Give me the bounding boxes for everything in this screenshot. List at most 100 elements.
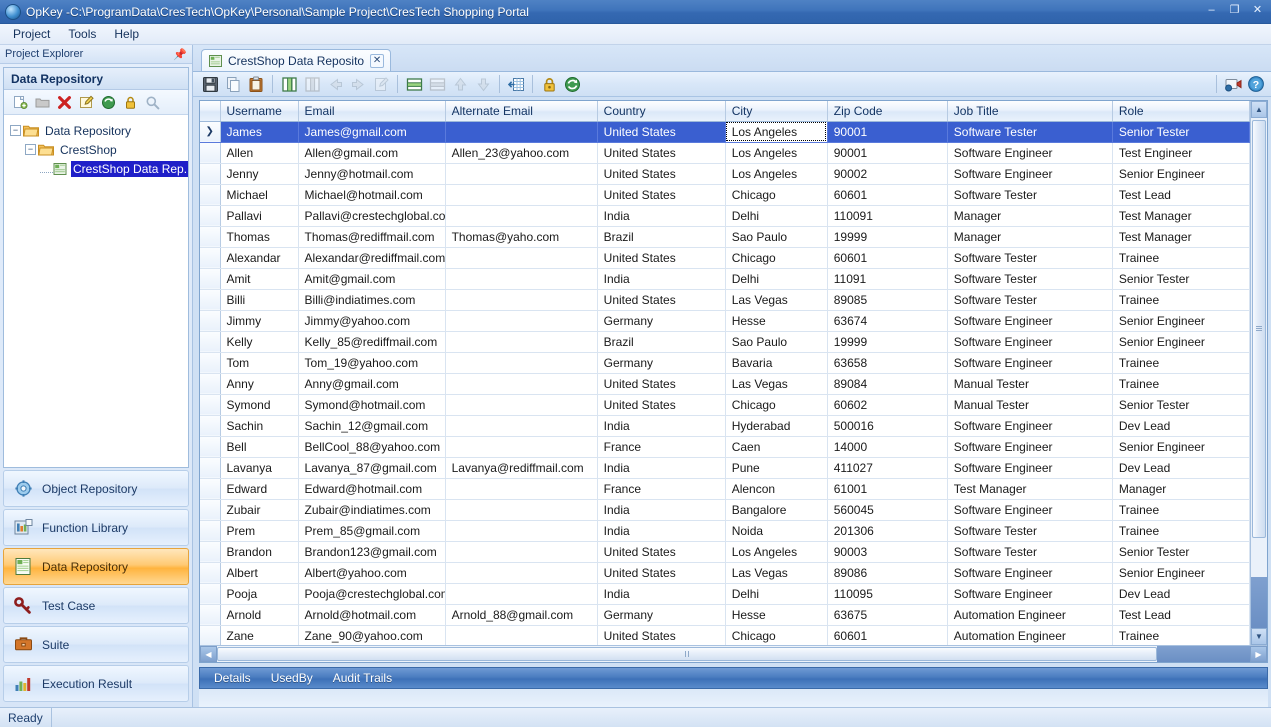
lock-icon[interactable] bbox=[538, 73, 560, 95]
table-cell-country[interactable]: United States bbox=[597, 184, 725, 205]
table-cell-username[interactable]: Brandon bbox=[220, 541, 298, 562]
column-header-city[interactable]: City bbox=[725, 101, 827, 121]
table-cell-alternate-email[interactable] bbox=[445, 415, 597, 436]
table-row[interactable]: ThomasThomas@rediffmail.comThomas@yaho.c… bbox=[200, 226, 1250, 247]
table-cell-country[interactable]: India bbox=[597, 457, 725, 478]
table-cell-role[interactable]: Dev Lead bbox=[1112, 415, 1249, 436]
table-cell-zip-code[interactable]: 11091 bbox=[827, 268, 947, 289]
table-cell-country[interactable]: India bbox=[597, 583, 725, 604]
table-row[interactable]: AllenAllen@gmail.comAllen_23@yahoo.comUn… bbox=[200, 142, 1250, 163]
table-cell-alternate-email[interactable] bbox=[445, 247, 597, 268]
column-header-country[interactable]: Country bbox=[597, 101, 725, 121]
table-cell-role[interactable]: Test Lead bbox=[1112, 184, 1249, 205]
table-cell-country[interactable]: Germany bbox=[597, 310, 725, 331]
table-cell-city[interactable]: Sao Paulo bbox=[725, 331, 827, 352]
new-data-repository-icon[interactable] bbox=[10, 92, 30, 112]
table-cell-username[interactable]: Jenny bbox=[220, 163, 298, 184]
table-cell-username[interactable]: Symond bbox=[220, 394, 298, 415]
table-cell-job-title[interactable]: Software Engineer bbox=[947, 436, 1112, 457]
vertical-scroll-thumb[interactable] bbox=[1252, 120, 1266, 538]
table-cell-email[interactable]: Albert@yahoo.com bbox=[298, 562, 445, 583]
table-cell-role[interactable]: Senior Tester bbox=[1112, 541, 1249, 562]
table-cell-job-title[interactable]: Test Manager bbox=[947, 478, 1112, 499]
row-header-cell[interactable] bbox=[200, 226, 220, 247]
help-icon[interactable]: ? bbox=[1245, 73, 1267, 95]
table-cell-alternate-email[interactable] bbox=[445, 583, 597, 604]
table-cell-zip-code[interactable]: 14000 bbox=[827, 436, 947, 457]
table-cell-email[interactable]: Jenny@hotmail.com bbox=[298, 163, 445, 184]
table-cell-country[interactable]: France bbox=[597, 478, 725, 499]
table-cell-email[interactable]: James@gmail.com bbox=[298, 121, 445, 142]
table-row[interactable]: TomTom_19@yahoo.comGermanyBavaria63658So… bbox=[200, 352, 1250, 373]
table-cell-zip-code[interactable]: 89084 bbox=[827, 373, 947, 394]
tree-node-crestshop-data-repository[interactable]: CrestShop Data Rep... bbox=[10, 159, 184, 178]
table-cell-username[interactable]: James bbox=[220, 121, 298, 142]
sidebar-item-execution-result[interactable]: Execution Result bbox=[3, 665, 189, 702]
search-icon[interactable] bbox=[142, 92, 162, 112]
table-cell-zip-code[interactable]: 560045 bbox=[827, 499, 947, 520]
table-cell-username[interactable]: Albert bbox=[220, 562, 298, 583]
table-cell-job-title[interactable]: Software Tester bbox=[947, 184, 1112, 205]
table-cell-alternate-email[interactable] bbox=[445, 184, 597, 205]
table-cell-job-title[interactable]: Software Tester bbox=[947, 289, 1112, 310]
table-cell-email[interactable]: Prem_85@gmail.com bbox=[298, 520, 445, 541]
table-row[interactable]: JennyJenny@hotmail.com United StatesLos A… bbox=[200, 163, 1250, 184]
table-row[interactable]: EdwardEdward@hotmail.comFranceAlencon610… bbox=[200, 478, 1250, 499]
table-cell-email[interactable]: Alexandar@rediffmail.com bbox=[298, 247, 445, 268]
table-cell-city[interactable]: Los Angeles bbox=[725, 121, 827, 142]
table-cell-job-title[interactable]: Manual Tester bbox=[947, 373, 1112, 394]
table-cell-job-title[interactable]: Automation Engineer bbox=[947, 604, 1112, 625]
row-header-cell[interactable] bbox=[200, 352, 220, 373]
tree-node-crestshop[interactable]: − CrestShop bbox=[10, 140, 184, 159]
table-cell-alternate-email[interactable]: Lavanya@rediffmail.com bbox=[445, 457, 597, 478]
table-cell-role[interactable]: Trainee bbox=[1112, 625, 1249, 645]
table-cell-email[interactable]: Sachin_12@gmail.com bbox=[298, 415, 445, 436]
table-cell-zip-code[interactable]: 110091 bbox=[827, 205, 947, 226]
table-cell-city[interactable]: Las Vegas bbox=[725, 562, 827, 583]
tree-node-data-repository[interactable]: − Data Repository bbox=[10, 121, 184, 140]
row-header-cell[interactable] bbox=[200, 394, 220, 415]
table-row[interactable]: SymondSymond@hotmail.comUnited StatesChi… bbox=[200, 394, 1250, 415]
table-row[interactable]: SachinSachin_12@gmail.comIndiaHyderabad5… bbox=[200, 415, 1250, 436]
vertical-scrollbar[interactable]: ▲ ▼ bbox=[1250, 101, 1267, 645]
table-cell-alternate-email[interactable] bbox=[445, 394, 597, 415]
table-row[interactable]: ❯JamesJames@gmail.comUnited StatesLos An… bbox=[200, 121, 1250, 142]
table-cell-alternate-email[interactable] bbox=[445, 499, 597, 520]
table-cell-alternate-email[interactable] bbox=[445, 163, 597, 184]
table-cell-alternate-email[interactable] bbox=[445, 310, 597, 331]
table-cell-alternate-email[interactable]: Thomas@yaho.com bbox=[445, 226, 597, 247]
data-grid[interactable]: Username Email Alternate Email Country C… bbox=[199, 100, 1268, 663]
menu-item-tools[interactable]: Tools bbox=[59, 25, 105, 43]
row-header-cell[interactable] bbox=[200, 478, 220, 499]
table-cell-alternate-email[interactable] bbox=[445, 121, 597, 142]
table-cell-country[interactable]: India bbox=[597, 499, 725, 520]
horizontal-scroll-thumb[interactable] bbox=[217, 647, 1157, 661]
insert-column-icon[interactable] bbox=[278, 73, 300, 95]
table-cell-city[interactable]: Chicago bbox=[725, 625, 827, 645]
table-row[interactable]: AnnyAnny@gmail.comUnited StatesLas Vegas… bbox=[200, 373, 1250, 394]
table-cell-username[interactable]: Michael bbox=[220, 184, 298, 205]
table-cell-job-title[interactable]: Automation Engineer bbox=[947, 625, 1112, 645]
table-cell-job-title[interactable]: Software Tester bbox=[947, 121, 1112, 142]
table-row[interactable]: BrandonBrandon123@gmail.comUnited States… bbox=[200, 541, 1250, 562]
table-cell-username[interactable]: Jimmy bbox=[220, 310, 298, 331]
table-cell-zip-code[interactable]: 90003 bbox=[827, 541, 947, 562]
table-cell-zip-code[interactable]: 500016 bbox=[827, 415, 947, 436]
table-cell-alternate-email[interactable]: Allen_23@yahoo.com bbox=[445, 142, 597, 163]
table-cell-role[interactable]: Senior Engineer bbox=[1112, 562, 1249, 583]
table-cell-email[interactable]: BellCool_88@yahoo.com bbox=[298, 436, 445, 457]
table-cell-country[interactable]: United States bbox=[597, 163, 725, 184]
table-cell-job-title[interactable]: Software Engineer bbox=[947, 457, 1112, 478]
table-cell-email[interactable]: Symond@hotmail.com bbox=[298, 394, 445, 415]
table-cell-zip-code[interactable]: 411027 bbox=[827, 457, 947, 478]
table-cell-role[interactable]: Trainee bbox=[1112, 289, 1249, 310]
table-cell-role[interactable]: Senior Tester bbox=[1112, 394, 1249, 415]
table-cell-city[interactable]: Hesse bbox=[725, 604, 827, 625]
table-cell-alternate-email[interactable] bbox=[445, 268, 597, 289]
table-cell-username[interactable]: Amit bbox=[220, 268, 298, 289]
table-cell-city[interactable]: Los Angeles bbox=[725, 163, 827, 184]
table-cell-username[interactable]: Allen bbox=[220, 142, 298, 163]
row-header-cell[interactable] bbox=[200, 205, 220, 226]
table-cell-city[interactable]: Las Vegas bbox=[725, 373, 827, 394]
table-cell-job-title[interactable]: Manager bbox=[947, 226, 1112, 247]
